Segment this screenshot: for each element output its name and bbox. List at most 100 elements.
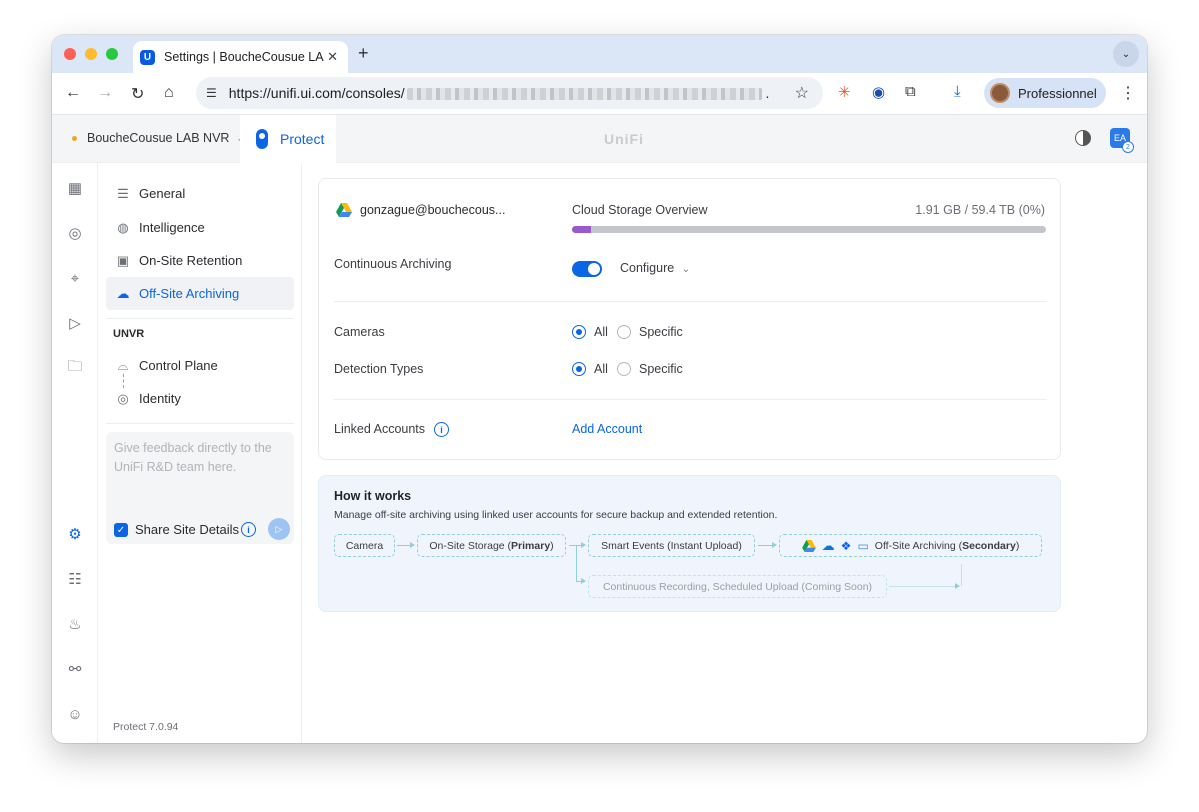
app-header: BoucheCousue LAB NVR ⌄ Protect UniFi EA … (52, 115, 1147, 163)
maximize-window-button[interactable] (106, 48, 118, 60)
unifi-logo: UniFi (604, 131, 644, 147)
forward-icon[interactable]: → (97, 84, 113, 102)
detection-all-label: All (594, 362, 608, 376)
send-feedback-button[interactable]: ▷ (268, 518, 290, 540)
tab-protect[interactable]: Protect (240, 115, 336, 163)
flow-arrow (576, 578, 586, 584)
close-window-button[interactable] (64, 48, 76, 60)
onedrive-icon: ☁ (821, 537, 835, 553)
version-label: Protect 7.0.94 (113, 721, 179, 733)
account-email: gonzague@bouchecous... (360, 203, 506, 217)
tab-close-icon[interactable]: ✕ (327, 49, 338, 65)
toggles-icon: ☰ (117, 185, 129, 201)
detection-specific-radio[interactable] (617, 362, 631, 376)
users-icon[interactable]: ☺ (66, 705, 84, 723)
sidebar-item-intelligence[interactable]: ◍ Intelligence (106, 211, 294, 244)
tab-protect-label: Protect (280, 131, 325, 147)
sidebar-item-label: Identity (139, 391, 181, 406)
map-icon[interactable]: ⌖ (66, 269, 84, 287)
home-icon[interactable]: ⌂ (164, 84, 174, 102)
status-dot-icon (72, 135, 77, 141)
storage-usage-fill (572, 226, 591, 233)
download-icon[interactable]: ⤓ (954, 83, 961, 100)
configure-dropdown[interactable]: Configure ⌄ (620, 261, 690, 275)
flow-merge-line (961, 564, 962, 586)
address-bar[interactable]: ☰ https://unifi.ui.com/consoles/ . ☆ (196, 77, 823, 109)
cameras-specific-radio[interactable] (617, 325, 631, 339)
flow-smart-events: Smart Events (Instant Upload) (588, 534, 755, 557)
logs-icon[interactable]: ☷ (66, 570, 84, 588)
how-it-works-title: How it works (334, 489, 412, 503)
integrations-icon[interactable]: ⚯ (66, 660, 84, 678)
sidebar-item-label: Control Plane (139, 358, 218, 373)
sidebar-item-off-site-archiving[interactable]: ☁ Off-Site Archiving (106, 277, 294, 310)
detection-specific-label: Specific (639, 362, 683, 376)
detection-all-radio[interactable] (572, 362, 586, 376)
browser-toolbar: ← → ↻ ⌂ ☰ https://unifi.ui.com/consoles/… (52, 73, 1147, 115)
divider (334, 399, 1047, 400)
cameras-all-label: All (594, 325, 608, 339)
google-drive-icon (801, 539, 816, 552)
continuous-archiving-toggle[interactable] (572, 261, 602, 277)
bookmark-star-icon[interactable]: ☆ (795, 83, 809, 103)
site-settings-icon[interactable]: ☰ (206, 86, 217, 100)
browser-menu-icon[interactable]: ⋮ (1120, 83, 1136, 103)
info-icon[interactable]: i (241, 522, 256, 537)
devices-icon[interactable]: ◎ (66, 224, 84, 242)
browser-tab[interactable]: U Settings | BoucheCousue LAB NVR ✕ (133, 41, 348, 73)
sidebar-item-label: General (139, 186, 186, 201)
storage-overview-title: Cloud Storage Overview (572, 203, 708, 217)
google-drive-icon (336, 203, 352, 217)
reload-icon[interactable]: ↻ (131, 84, 144, 104)
settings-gear-icon[interactable]: ⚙ (66, 525, 84, 543)
new-tab-icon[interactable]: + (358, 43, 369, 64)
section-heading: UNVR (113, 328, 145, 340)
flow-offsite-archiving: ☁ ❖ ▭ Off-Site Archiving (Secondary) (779, 534, 1042, 557)
sidebar-item-label: Intelligence (139, 220, 205, 235)
brain-icon: ◍ (117, 219, 129, 235)
sidebar-item-label: On-Site Retention (139, 253, 243, 268)
dashboard-grid-icon[interactable]: ▦ (66, 179, 84, 197)
theme-toggle-icon[interactable] (1075, 130, 1091, 146)
detection-types-label: Detection Types (334, 362, 424, 376)
flow-onsite-storage: On-Site Storage (Primary) (417, 534, 566, 557)
chevron-down-icon: ⌄ (681, 264, 691, 275)
alarm-icon[interactable]: ♨ (66, 615, 84, 633)
profile-button[interactable]: Professionnel (984, 78, 1106, 108)
url-text: https://unifi.ui.com/consoles/ . (228, 85, 770, 101)
share-site-details-checkbox[interactable]: ✓ (114, 523, 128, 537)
unifi-favicon-icon: U (140, 49, 155, 65)
profile-name: Professionnel (1018, 85, 1097, 101)
settings-sidebar: ☰ General ◍ Intelligence ▣ On-Site Reten… (98, 163, 302, 743)
flow-arrow (889, 583, 960, 589)
feedback-box: Give feedback directly to the UniFi R&D … (106, 432, 294, 544)
dropbox-icon: ❖ (840, 538, 852, 553)
sidebar-item-label: Off-Site Archiving (139, 286, 240, 301)
divider (106, 318, 294, 319)
minimize-window-button[interactable] (85, 48, 97, 60)
avatar (990, 83, 1010, 103)
folder-shield-icon[interactable]: 🗀 (66, 358, 84, 377)
back-icon[interactable]: ← (65, 84, 81, 102)
console-selector[interactable]: BoucheCousue LAB NVR ⌄ (72, 131, 244, 145)
flow-arrow (569, 542, 586, 548)
play-icon[interactable]: ▷ (66, 314, 84, 332)
redacted-url-segment (406, 88, 762, 101)
sidebar-item-on-site-retention[interactable]: ▣ On-Site Retention (106, 244, 294, 277)
cloud-upload-icon: ☁ (116, 285, 130, 301)
browser-window: U Settings | BoucheCousue LAB NVR ✕ + ⌄ … (52, 35, 1147, 743)
add-account-link[interactable]: Add Account (572, 422, 642, 436)
sidebar-item-identity[interactable]: ◎ Identity (106, 382, 294, 415)
sidebar-item-general[interactable]: ☰ General (106, 177, 294, 210)
app-nav-rail: ▦ ◎ ⌖ ▷ 🗀 ⚙ ☷ ♨ ⚯ ☺ (52, 163, 98, 743)
extension-1password-icon[interactable]: ◉ (872, 83, 885, 101)
extensions-puzzle-icon[interactable]: ⧉ (905, 83, 916, 100)
sidebar-item-control-plane[interactable]: ⌓ Control Plane (106, 349, 294, 382)
cameras-all-radio[interactable] (572, 325, 586, 339)
feedback-input[interactable]: Give feedback directly to the UniFi R&D … (114, 439, 288, 477)
divider (334, 301, 1047, 302)
info-icon[interactable]: i (434, 422, 449, 437)
extension-claude-icon[interactable]: ✳ (838, 83, 851, 101)
notification-badge: 2 (1122, 141, 1134, 153)
tab-search-icon[interactable]: ⌄ (1113, 41, 1139, 67)
